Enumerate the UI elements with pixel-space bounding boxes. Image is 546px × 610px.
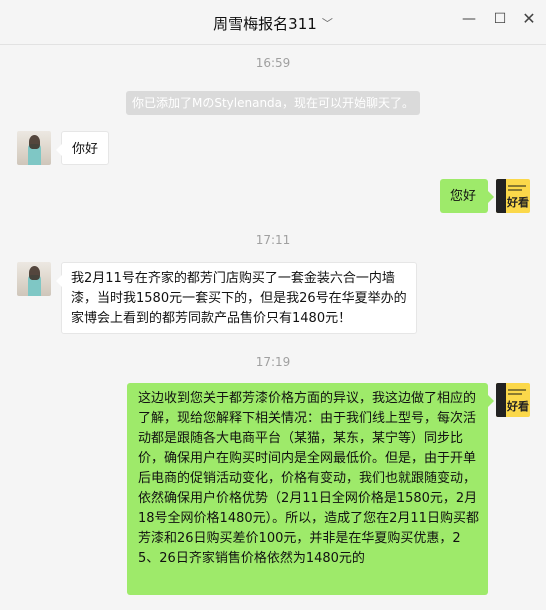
chevron-down-icon[interactable]: ﹀	[322, 17, 333, 30]
timestamp: 17:11	[255, 233, 291, 247]
close-button[interactable]: ✕	[519, 9, 539, 28]
avatar-brand-text: 好看	[507, 196, 529, 209]
message-bubble-sent[interactable]: 您好	[440, 179, 494, 213]
minimize-button[interactable]: —	[459, 11, 479, 27]
timestamp: 16:59	[255, 56, 291, 70]
chat-title-text: 周雪梅报名311	[213, 15, 317, 33]
maximize-button[interactable]: ☐	[490, 11, 510, 27]
title-bar: 周雪梅报名311 ﹀ — ☐ ✕	[0, 0, 546, 45]
avatar-brand-text: 好看	[507, 400, 529, 413]
contact-avatar[interactable]	[17, 131, 51, 165]
message-bubble-sent[interactable]: 这边收到您关于都芳漆价格方面的异议，我这边做了相应的了解，现给您解释下相关情况：…	[127, 383, 494, 595]
system-notice: 你已添加了MのStylenanda，现在可以开始聊天了。	[126, 91, 420, 115]
message-bubble-received[interactable]: 你好	[56, 131, 109, 165]
my-avatar[interactable]: 好看	[496, 383, 530, 417]
timestamp: 17:19	[255, 355, 291, 369]
my-avatar[interactable]: 好看	[496, 179, 530, 213]
contact-avatar[interactable]	[17, 262, 51, 296]
message-bubble-received[interactable]: 我2月11号在齐家的都芳门店购买了一套金装六合一内墙漆，当时我1580元一套买下…	[56, 262, 417, 334]
